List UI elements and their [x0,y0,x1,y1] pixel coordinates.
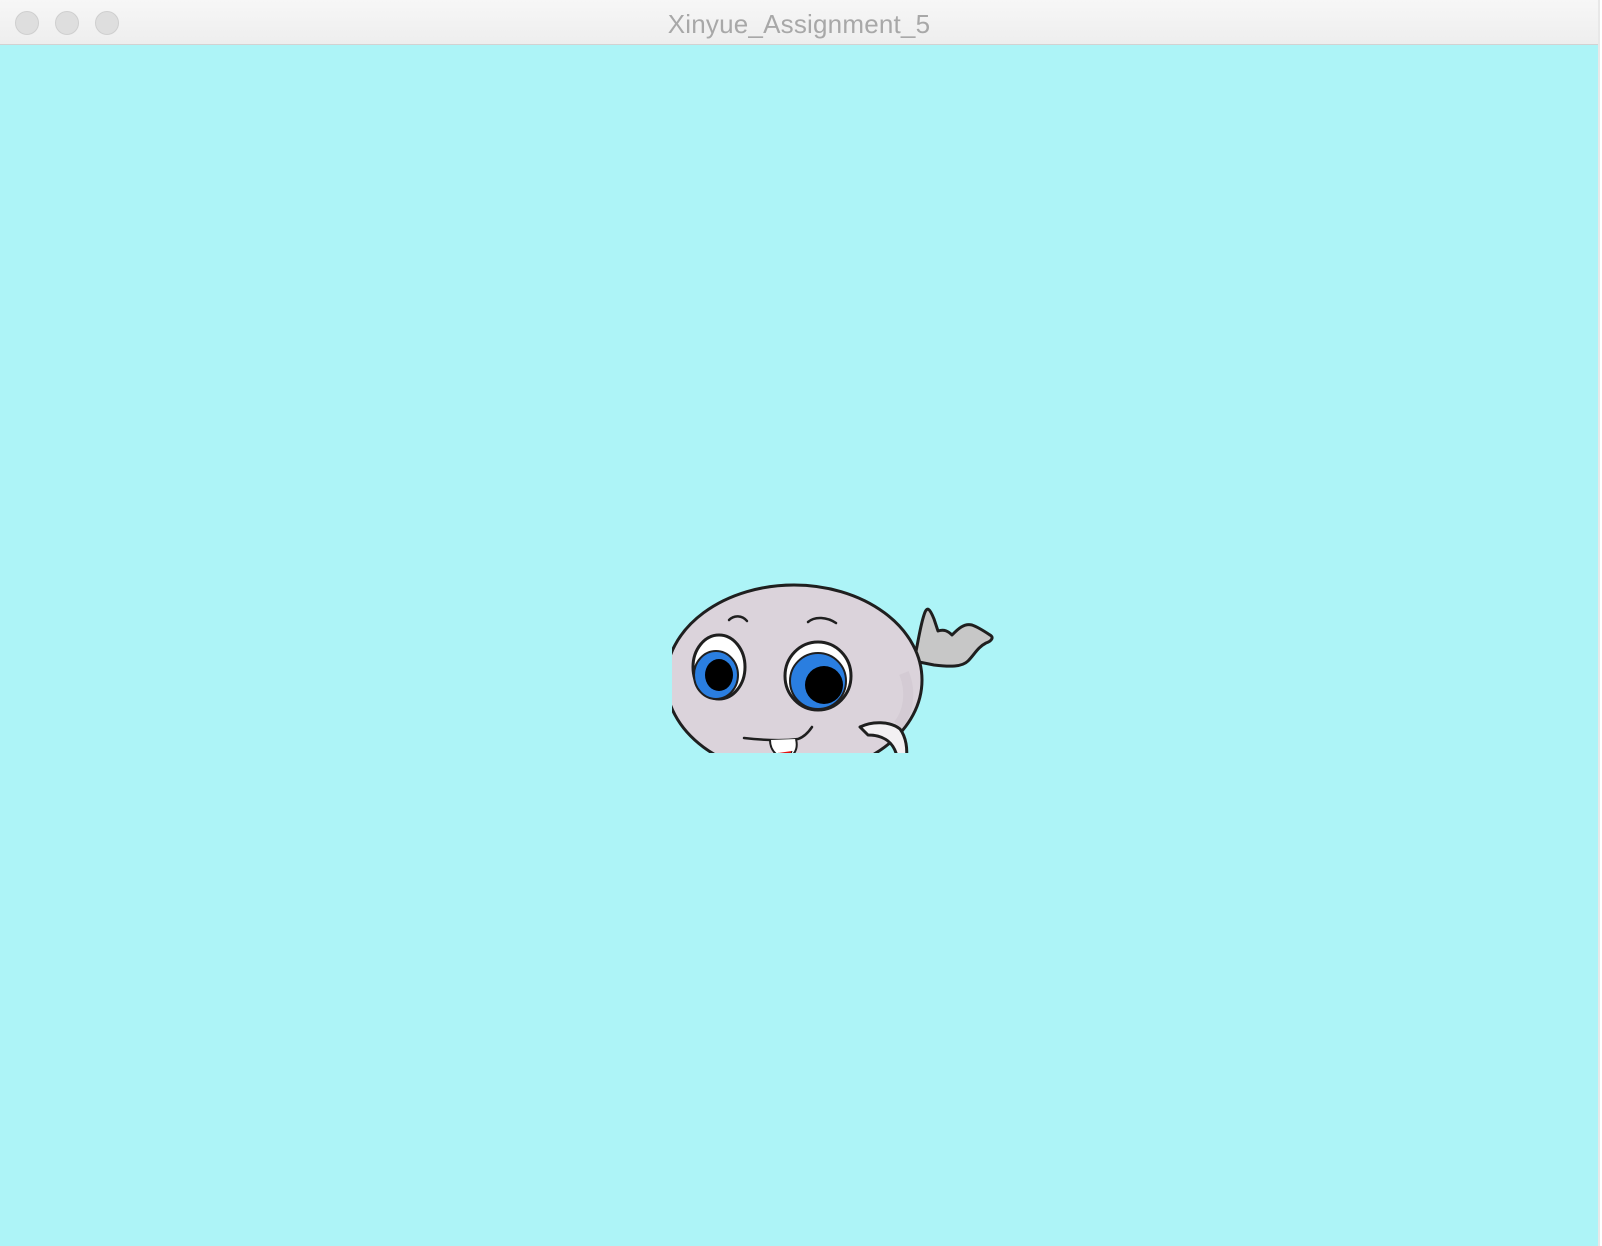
sketch-canvas[interactable] [0,45,1598,1246]
whale-tail [912,607,994,668]
whale-sprite [672,583,994,753]
window-title: Xinyue_Assignment_5 [667,9,931,39]
right-eye [783,640,853,712]
title-bar[interactable]: Xinyue_Assignment_5 [0,0,1598,45]
left-eye [691,633,747,701]
app-window: Xinyue_Assignment_5 [0,0,1600,1246]
